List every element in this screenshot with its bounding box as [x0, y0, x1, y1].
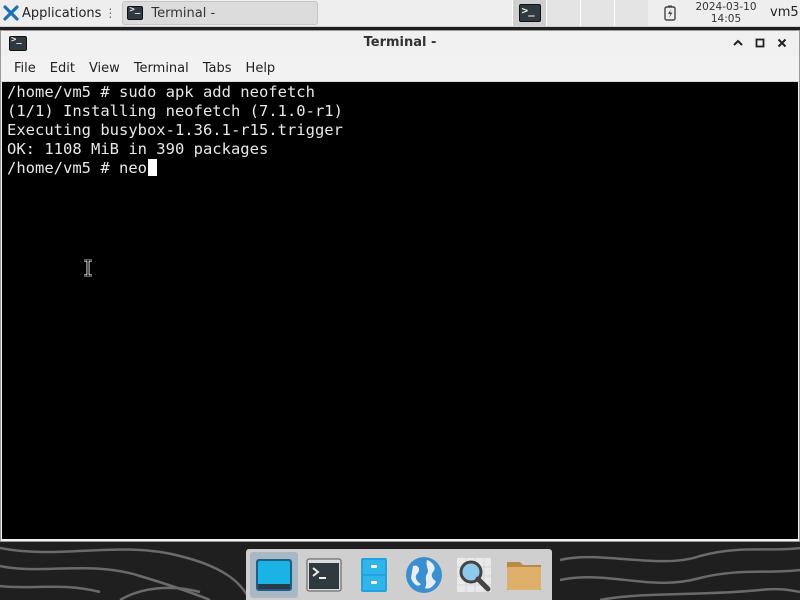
power-plug-icon[interactable] [664, 5, 676, 21]
dock-terminal[interactable] [300, 552, 348, 598]
terminal-line: /home/vm5 # sudo apk add neofetch [7, 83, 315, 101]
terminal-line: Executing busybox-1.36.1-r15.trigger [7, 121, 343, 139]
window-controls [727, 33, 793, 53]
applications-menu-button[interactable]: Applications ⋮ [0, 0, 120, 26]
taskbar-window-title: Terminal - [151, 5, 216, 21]
workspace-terminal-icon [518, 4, 541, 22]
user-menu[interactable]: vm5 [770, 5, 799, 20]
dock-show-desktop[interactable] [250, 551, 298, 598]
dock-web-browser[interactable] [400, 552, 448, 598]
desktop-icon [256, 558, 292, 591]
menu-file[interactable]: File [7, 61, 43, 76]
workspace-4[interactable] [614, 0, 648, 26]
xfce-logo-icon [3, 5, 19, 21]
menu-tabs[interactable]: Tabs [196, 61, 239, 76]
terminal-icon [127, 5, 144, 20]
clock[interactable]: 2024-03-10 14:05 [686, 1, 766, 25]
chevron-up-icon [733, 39, 743, 46]
terminal-prompt-line[interactable]: /home/vm5 # neo [7, 159, 798, 178]
workspace-3[interactable] [580, 0, 614, 26]
magnifier-icon [457, 557, 491, 592]
panel-separator: ⋮ [104, 6, 117, 20]
minimize-button[interactable] [749, 33, 771, 53]
maximize-button[interactable] [727, 33, 749, 53]
close-icon [777, 38, 787, 48]
close-button[interactable] [771, 33, 793, 53]
workspace-switcher [512, 0, 648, 26]
file-cabinet-icon [361, 557, 387, 592]
ibeam-cursor-icon [84, 259, 92, 277]
top-panel: Applications ⋮ Terminal - 2024-03-10 14:… [0, 0, 800, 27]
text-cursor [147, 159, 157, 176]
terminal-icon [306, 558, 342, 591]
workspace-1[interactable] [512, 0, 546, 26]
window-titlebar[interactable]: Terminal - [1, 31, 799, 55]
menu-edit[interactable]: Edit [43, 61, 82, 76]
dock-file-cabinet[interactable] [350, 552, 398, 598]
terminal-line: (1/1) Installing neofetch (7.1.0-r1) [7, 102, 343, 120]
workspace-2[interactable] [546, 0, 580, 26]
terminal-line: OK: 1108 MiB in 390 packages [7, 140, 269, 158]
menu-bar: File Edit View Terminal Tabs Help [1, 55, 799, 82]
terminal-prompt-text: /home/vm5 # neo [7, 159, 147, 177]
globe-icon [406, 556, 442, 593]
dock [246, 549, 552, 600]
menu-help[interactable]: Help [239, 61, 283, 76]
folder-icon [507, 561, 541, 590]
applications-label: Applications [22, 5, 102, 21]
dock-file-manager[interactable] [500, 552, 548, 598]
dock-app-finder[interactable] [450, 552, 498, 598]
terminal-output[interactable]: /home/vm5 # sudo apk add neofetch (1/1) … [2, 82, 798, 539]
menu-view[interactable]: View [82, 61, 127, 76]
window-title: Terminal - [363, 35, 437, 50]
clock-time: 14:05 [710, 13, 742, 25]
terminal-window: Terminal - File Edit View Terminal Tabs … [0, 30, 800, 542]
taskbar-terminal-button[interactable]: Terminal - [122, 1, 319, 25]
minimize-square-icon [755, 38, 765, 48]
menu-terminal[interactable]: Terminal [127, 61, 196, 76]
clock-date: 2024-03-10 [695, 1, 757, 13]
